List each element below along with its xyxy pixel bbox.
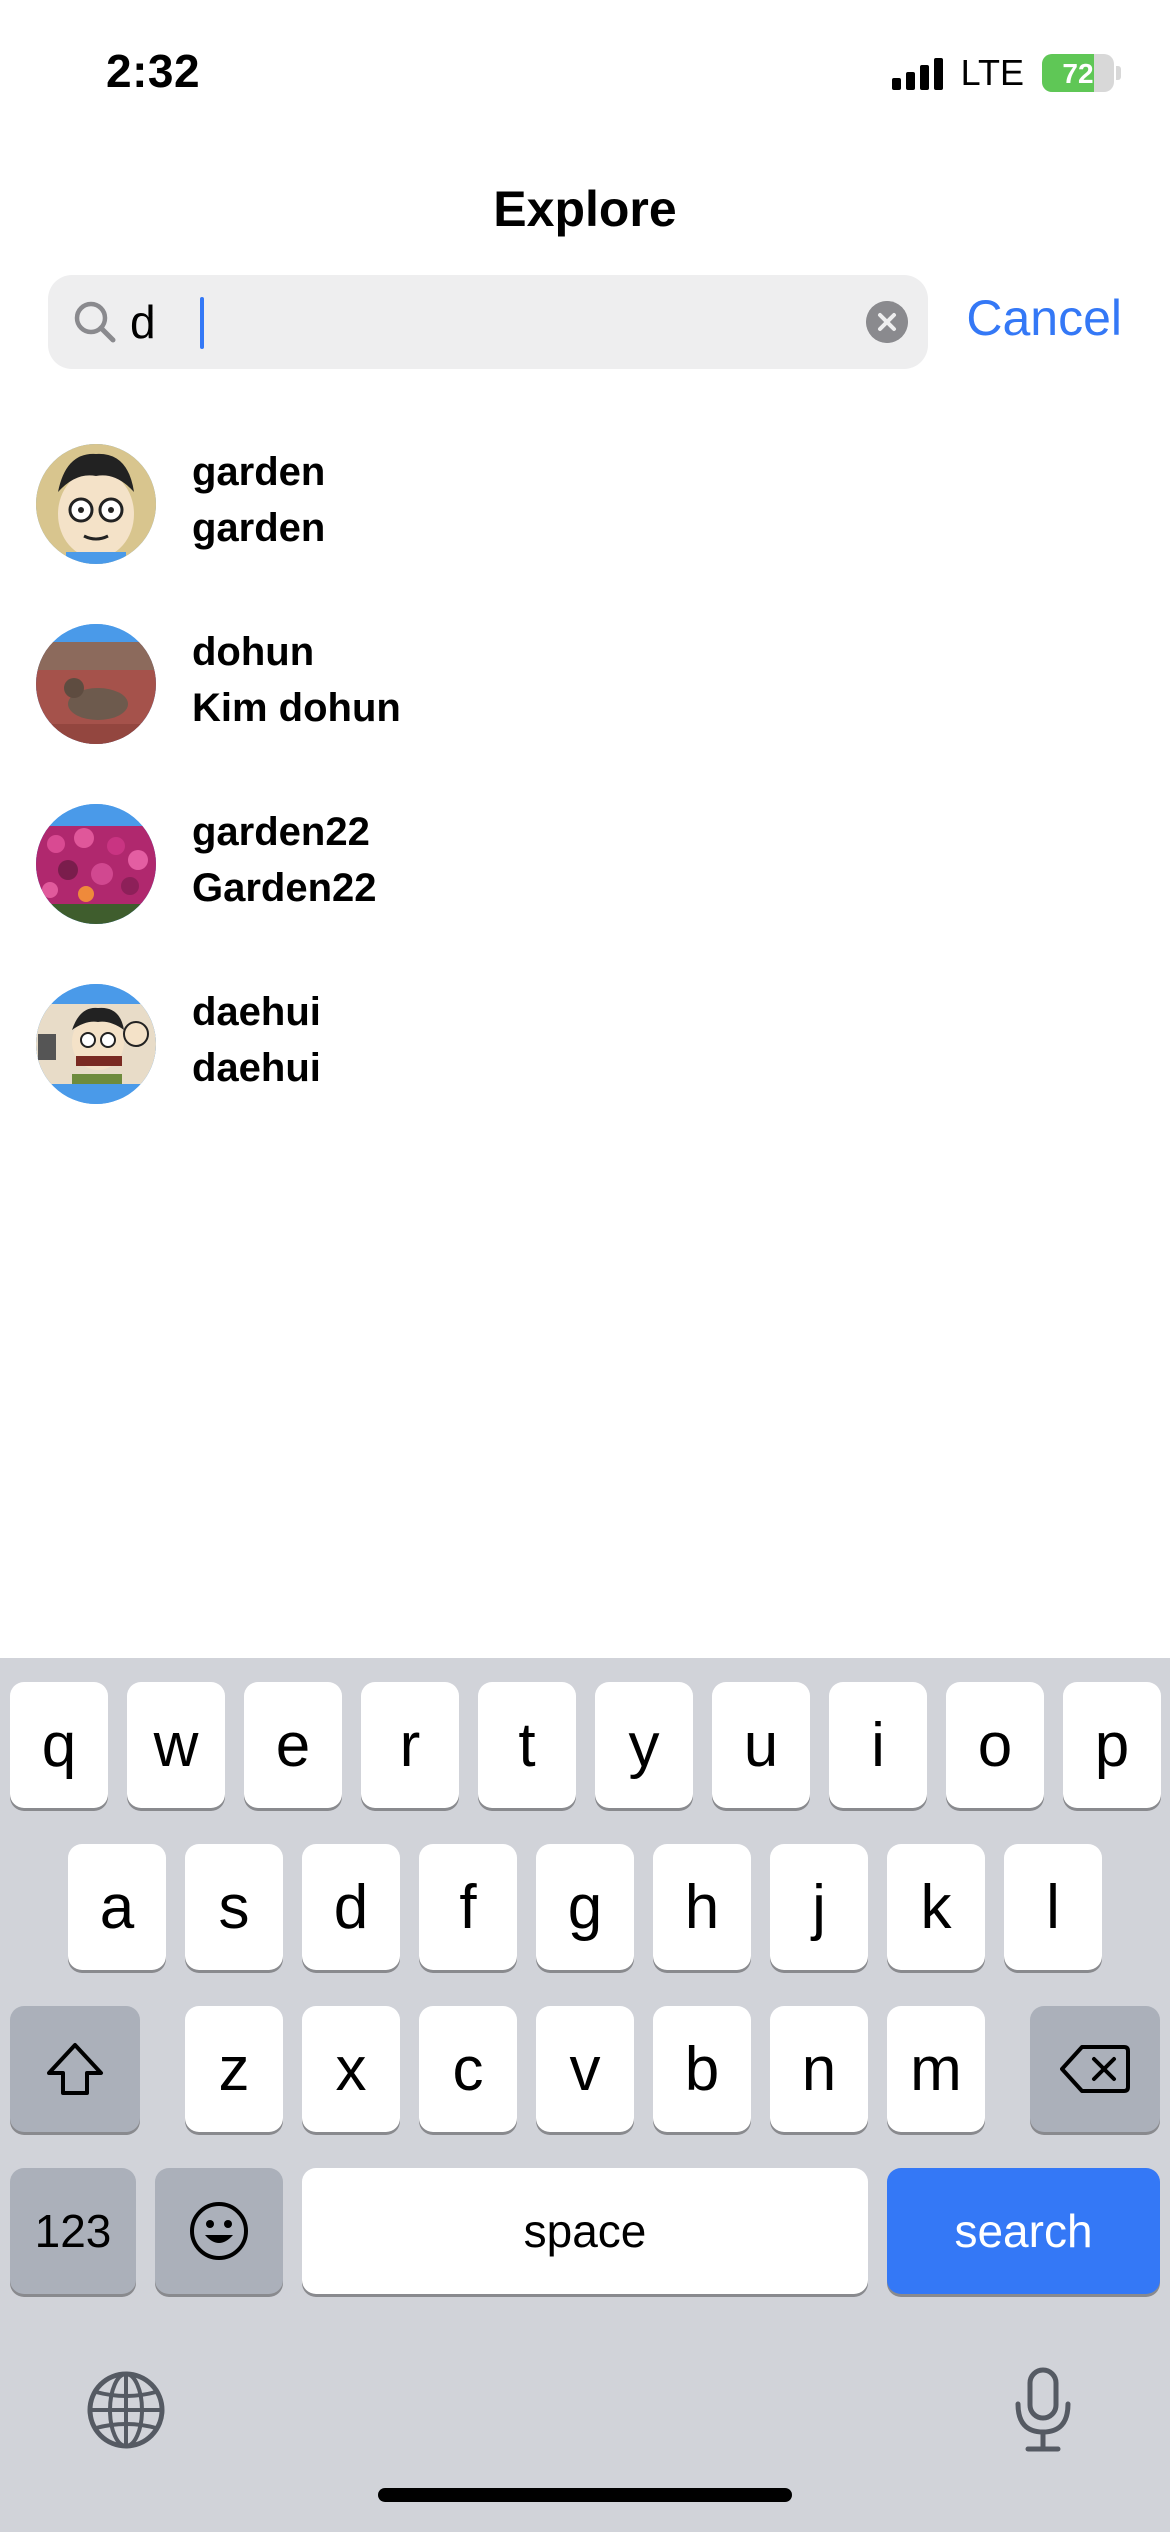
home-indicator[interactable] xyxy=(378,2488,792,2502)
search-icon xyxy=(74,301,116,343)
search-results-list: garden garden dohun Kim dohun garden22 G… xyxy=(0,440,1170,1160)
key-i[interactable]: i xyxy=(829,1682,927,1808)
result-username: garden22 xyxy=(192,810,370,854)
search-field[interactable] xyxy=(48,275,928,369)
key-r[interactable]: r xyxy=(361,1682,459,1808)
key-p[interactable]: p xyxy=(1063,1682,1161,1808)
key-y[interactable]: y xyxy=(595,1682,693,1808)
key-v[interactable]: v xyxy=(536,2006,634,2132)
status-indicators: LTE 72 xyxy=(891,52,1121,94)
space-key[interactable]: space xyxy=(302,2168,868,2294)
avatar xyxy=(36,804,156,924)
battery-icon: 72 xyxy=(1042,54,1121,92)
clear-search-icon[interactable] xyxy=(866,301,908,343)
status-time: 2:32 xyxy=(106,45,201,97)
search-input[interactable] xyxy=(130,287,890,357)
battery-percent: 72 xyxy=(1062,58,1094,89)
cat-photo-avatar xyxy=(36,624,156,744)
result-full-name: garden xyxy=(192,506,326,550)
key-k[interactable]: k xyxy=(887,1844,985,1970)
list-item[interactable]: garden garden xyxy=(0,440,1170,620)
emoji-icon xyxy=(190,2202,248,2260)
key-z[interactable]: z xyxy=(185,2006,283,2132)
list-item[interactable]: dohun Kim dohun xyxy=(0,620,1170,800)
avatar xyxy=(36,624,156,744)
key-e[interactable]: e xyxy=(244,1682,342,1808)
network-type: LTE xyxy=(960,52,1024,93)
result-username: garden xyxy=(192,450,326,494)
result-username: daehui xyxy=(192,990,321,1034)
search-key[interactable]: search xyxy=(887,2168,1160,2294)
backspace-key[interactable] xyxy=(1030,2006,1160,2132)
result-full-name: Garden22 xyxy=(192,866,377,910)
key-h[interactable]: h xyxy=(653,1844,751,1970)
flowers-photo-avatar xyxy=(36,804,156,924)
result-full-name: Kim dohun xyxy=(192,686,401,730)
key-o[interactable]: o xyxy=(946,1682,1044,1808)
result-full-name: daehui xyxy=(192,1046,321,1090)
avatar xyxy=(36,984,156,1104)
backspace-icon xyxy=(1060,2045,1130,2093)
key-b[interactable]: b xyxy=(653,2006,751,2132)
list-item[interactable]: daehui daehui xyxy=(0,980,1170,1160)
cancel-button[interactable]: Cancel xyxy=(966,289,1122,347)
cellular-signal-icon xyxy=(891,56,943,90)
list-item[interactable]: garden22 Garden22 xyxy=(0,800,1170,980)
status-bar: 2:32 LTE 72 xyxy=(0,0,1170,140)
result-username: dohun xyxy=(192,630,315,674)
key-l[interactable]: l xyxy=(1004,1844,1102,1970)
shift-key[interactable] xyxy=(10,2006,140,2132)
text-caret xyxy=(200,297,204,349)
key-u[interactable]: u xyxy=(712,1682,810,1808)
key-s[interactable]: s xyxy=(185,1844,283,1970)
page-title: Explore xyxy=(493,181,677,237)
keyboard: q w e r t y u i o p a s d f g h j k l z … xyxy=(0,1658,1170,2532)
key-t[interactable]: t xyxy=(478,1682,576,1808)
shift-icon xyxy=(47,2043,103,2095)
key-c[interactable]: c xyxy=(419,2006,517,2132)
key-f[interactable]: f xyxy=(419,1844,517,1970)
cartoon-face-avatar xyxy=(36,444,156,564)
key-w[interactable]: w xyxy=(127,1682,225,1808)
key-q[interactable]: q xyxy=(10,1682,108,1808)
key-d[interactable]: d xyxy=(302,1844,400,1970)
globe-icon[interactable] xyxy=(86,2370,166,2450)
search-row: Cancel xyxy=(48,275,1122,369)
key-m[interactable]: m xyxy=(887,2006,985,2132)
key-x[interactable]: x xyxy=(302,2006,400,2132)
microphone-icon[interactable] xyxy=(1010,2366,1076,2454)
key-a[interactable]: a xyxy=(68,1844,166,1970)
key-g[interactable]: g xyxy=(536,1844,634,1970)
key-j[interactable]: j xyxy=(770,1844,868,1970)
numbers-key[interactable]: 123 xyxy=(10,2168,136,2294)
key-n[interactable]: n xyxy=(770,2006,868,2132)
emoji-key[interactable] xyxy=(155,2168,283,2294)
avatar xyxy=(36,444,156,564)
cartoon-group-avatar xyxy=(36,984,156,1104)
